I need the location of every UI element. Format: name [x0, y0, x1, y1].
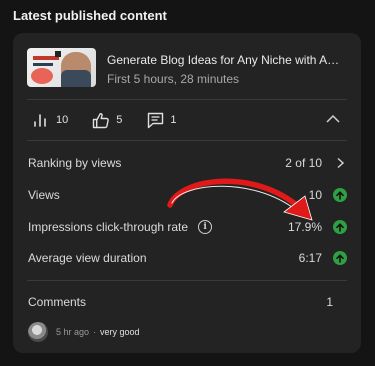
- video-thumbnail[interactable]: [27, 48, 96, 87]
- metric-value: 17.9%: [287, 220, 322, 234]
- section-title: Latest published content: [13, 8, 167, 23]
- metric-value: 6:17: [298, 251, 322, 265]
- arrow-up-circle-icon: [333, 220, 347, 234]
- arrow-up-circle-icon: [333, 188, 347, 202]
- divider: [27, 99, 347, 100]
- info-icon[interactable]: i: [198, 220, 213, 234]
- metric-label: Average view duration: [28, 251, 147, 265]
- ranking-label: Ranking by views: [28, 156, 122, 170]
- divider: [27, 140, 347, 141]
- divider: [27, 280, 347, 281]
- comment-time: 5 hr ago: [56, 327, 90, 337]
- views-stat: 10: [30, 109, 68, 131]
- comments-count: 1: [170, 114, 177, 126]
- views-count: 10: [56, 114, 69, 126]
- comment-text: very good: [100, 327, 140, 337]
- comments-stat: 1: [144, 109, 177, 131]
- comments-total: 1: [326, 295, 333, 309]
- metric-row-avd: Average view duration 6:17: [28, 248, 348, 268]
- ranking-row[interactable]: Ranking by views 2 of 10: [28, 153, 348, 173]
- comments-header[interactable]: Comments 1: [28, 295, 333, 311]
- latest-content-card: Generate Blog Ideas for Any Niche with A…: [13, 33, 361, 353]
- ranking-value: 2 of 10: [285, 156, 322, 170]
- avatar: [28, 322, 48, 342]
- likes-count: 5: [116, 114, 123, 126]
- metric-value: 10: [308, 188, 322, 202]
- video-title[interactable]: Generate Blog Ideas for Any Niche with A…: [107, 53, 345, 67]
- metric-row-views: Views 10: [28, 185, 348, 205]
- chevron-right-icon[interactable]: [332, 155, 348, 171]
- metric-label: Views: [28, 188, 60, 202]
- comment-icon: [144, 109, 166, 131]
- video-row[interactable]: Generate Blog Ideas for Any Niche with A…: [27, 48, 347, 90]
- metric-row-ctr: Impressions click-through rate i 17.9%: [28, 217, 348, 237]
- comment-item[interactable]: 5 hr ago · very good: [28, 321, 140, 343]
- metric-label: Impressions click-through rate: [28, 220, 189, 234]
- chevron-up-icon[interactable]: [325, 111, 341, 127]
- arrow-up-circle-icon: [333, 251, 347, 265]
- thumbs-up-icon: [90, 109, 112, 131]
- stats-row: 10 5 1: [30, 108, 345, 132]
- bar-chart-icon: [30, 109, 52, 131]
- likes-stat: 5: [90, 109, 122, 131]
- video-subtitle: First 5 hours, 28 minutes: [107, 72, 240, 86]
- comments-label: Comments: [28, 295, 87, 309]
